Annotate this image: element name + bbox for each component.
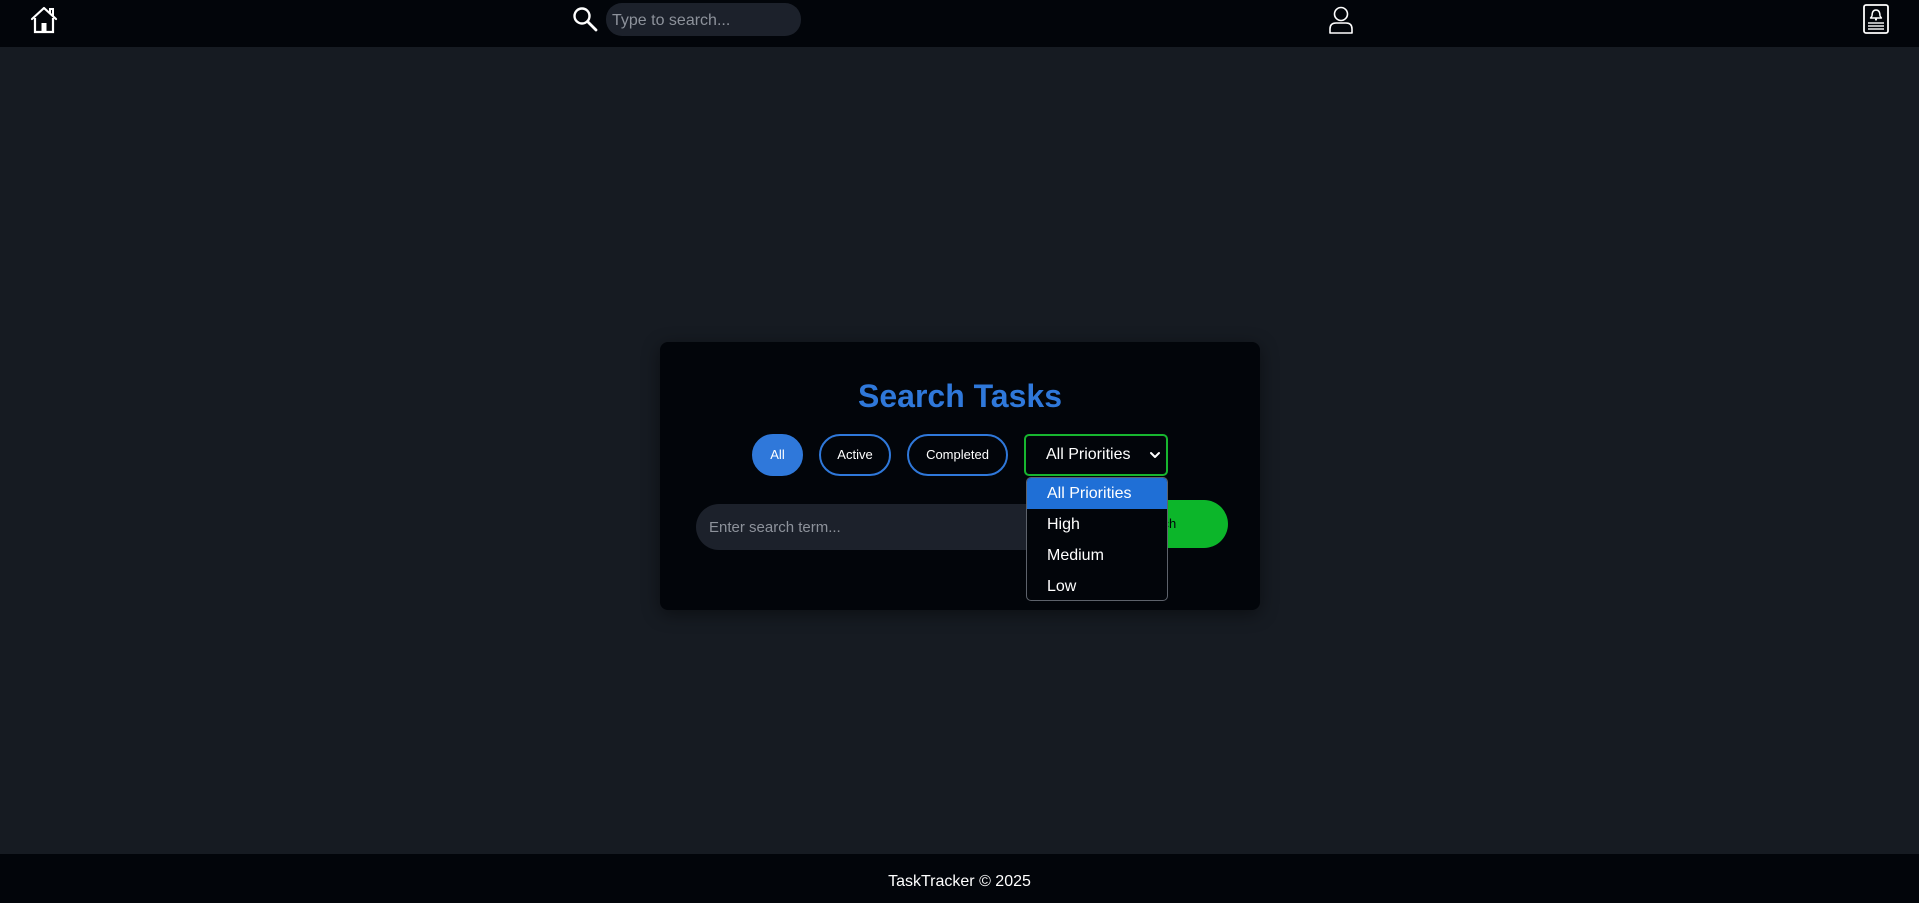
- priority-select[interactable]: All Priorities: [1024, 434, 1168, 476]
- priority-option-all[interactable]: All Priorities: [1027, 478, 1167, 509]
- news-bell-icon[interactable]: [1862, 3, 1890, 35]
- footer: TaskTracker © 2025: [0, 854, 1919, 903]
- priority-option-low[interactable]: Low: [1027, 571, 1167, 600]
- footer-text: TaskTracker © 2025: [888, 873, 1031, 890]
- chevron-down-icon: [1150, 452, 1160, 458]
- filter-completed-button[interactable]: Completed: [907, 434, 1008, 476]
- filter-all-button[interactable]: All: [752, 434, 803, 476]
- home-icon[interactable]: [29, 5, 59, 35]
- search-tasks-panel: Search Tasks All Active Completed All Pr…: [660, 342, 1260, 610]
- priority-select-value: All Priorities: [1046, 446, 1131, 463]
- priority-option-high[interactable]: High: [1027, 509, 1167, 540]
- panel-title: Search Tasks: [858, 378, 1062, 414]
- user-icon[interactable]: [1328, 5, 1354, 35]
- top-navbar: [0, 0, 1919, 47]
- priority-dropdown-list: All Priorities High Medium Low: [1026, 477, 1168, 601]
- filter-active-button[interactable]: Active: [819, 434, 891, 476]
- search-icon[interactable]: [572, 6, 598, 32]
- top-search-input[interactable]: [606, 3, 801, 36]
- priority-option-medium[interactable]: Medium: [1027, 540, 1167, 571]
